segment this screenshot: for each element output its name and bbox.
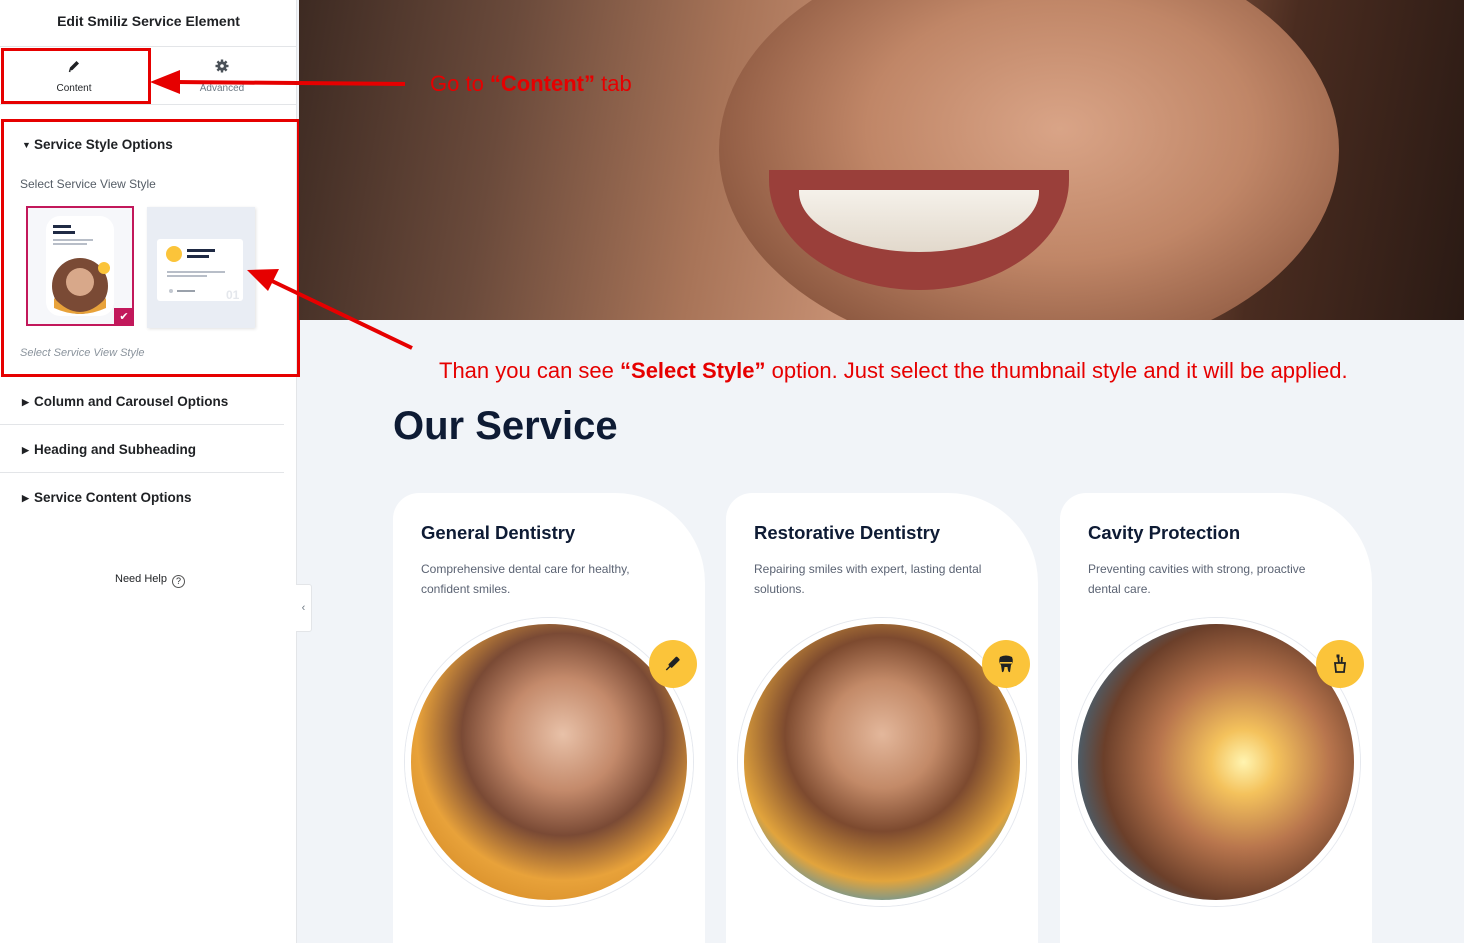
card-title: Restorative Dentistry (754, 522, 941, 543)
service-card[interactable]: Cavity Protection Preventing cavities wi… (1060, 493, 1372, 943)
card-description: Repairing smiles with expert, lasting de… (754, 562, 982, 596)
annotation-select-style: Than you can see “Select Style” option. … (439, 358, 1348, 383)
annotation-content-tab: Go to “Content” tab (430, 71, 632, 96)
page: Edit Smiliz Service Element Content Adva… (0, 0, 1464, 943)
service-card[interactable]: Restorative Dentistry Repairing smiles w… (726, 493, 1038, 943)
syringe-icon[interactable] (649, 640, 697, 688)
section-title: Our Service (393, 404, 618, 448)
service-card[interactable]: General Dentistry Comprehensive dental c… (393, 493, 705, 943)
card-title: General Dentistry (421, 522, 576, 543)
card-description: Comprehensive dental care for healthy, c… (421, 562, 630, 596)
card-description: Preventing cavities with strong, proacti… (1088, 562, 1306, 596)
card-title: Cavity Protection (1088, 522, 1241, 543)
toothbrush-cup-icon[interactable] (1316, 640, 1364, 688)
tooth-icon[interactable] (982, 640, 1030, 688)
